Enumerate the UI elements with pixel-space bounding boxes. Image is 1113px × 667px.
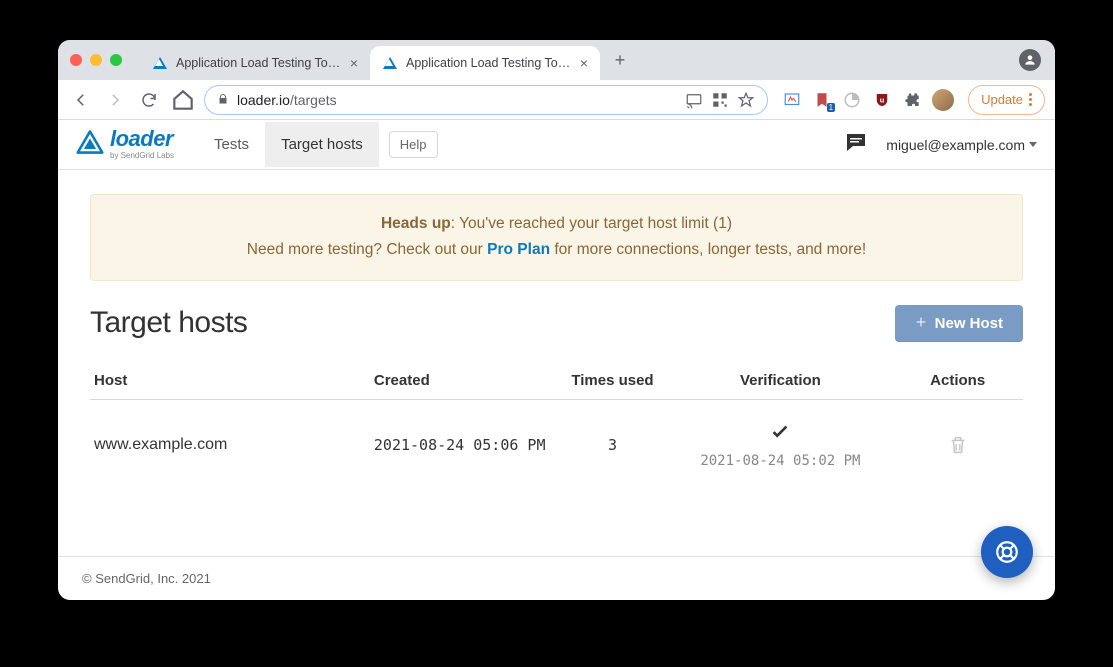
alert-line2-pre: Need more testing? Check out our	[247, 241, 487, 258]
caret-down-icon	[1029, 142, 1037, 147]
browser-tab[interactable]: Application Load Testing Tools ×	[140, 46, 370, 80]
qr-icon[interactable]	[711, 91, 729, 109]
brand-byline: by SendGrid Labs	[110, 152, 174, 160]
extensions-puzzle-icon[interactable]	[902, 90, 922, 110]
extension-icon[interactable]	[782, 90, 802, 110]
url-text: loader.io/targets	[237, 92, 337, 108]
window-controls[interactable]	[70, 54, 140, 66]
th-verification: Verification	[668, 362, 892, 400]
lock-icon	[217, 92, 229, 108]
brand-name: loader	[110, 128, 174, 150]
pro-plan-link[interactable]: Pro Plan	[487, 241, 550, 258]
loader-mark-icon	[76, 128, 104, 161]
help-button[interactable]: Help	[389, 131, 438, 158]
cell-created: 2021-08-24 05:06 PM	[370, 399, 557, 491]
loader-favicon	[152, 55, 168, 71]
table-row: www.example.com 2021-08-24 05:06 PM 3 20…	[90, 399, 1023, 491]
update-button[interactable]: Update	[968, 85, 1045, 115]
new-host-label: New Host	[935, 315, 1003, 332]
alert-line2-post: for more connections, longer tests, and …	[550, 241, 866, 258]
alert-heads-up: Heads up	[381, 215, 451, 232]
address-bar[interactable]: loader.io/targets	[204, 85, 768, 115]
more-dots-icon	[1029, 93, 1032, 106]
tab-title: Application Load Testing Tools	[176, 56, 342, 70]
alert-line1: : You've reached your target host limit …	[451, 215, 732, 232]
chat-icon[interactable]	[844, 130, 868, 159]
lifebuoy-icon	[994, 539, 1020, 565]
plus-icon	[915, 315, 927, 332]
profile-avatar-icon[interactable]	[1019, 49, 1041, 71]
delete-host-button[interactable]	[896, 433, 1019, 457]
update-label: Update	[981, 92, 1023, 107]
bookmark-star-icon[interactable]	[737, 91, 755, 109]
maximize-window[interactable]	[110, 54, 122, 66]
nav-tests[interactable]: Tests	[198, 122, 265, 167]
loader-favicon	[382, 55, 398, 71]
cell-times: 3	[556, 399, 668, 491]
back-button[interactable]	[68, 87, 94, 113]
support-fab[interactable]	[981, 526, 1033, 578]
th-times: Times used	[556, 362, 668, 400]
new-host-button[interactable]: New Host	[895, 305, 1023, 342]
check-icon	[769, 422, 791, 449]
th-actions: Actions	[892, 362, 1023, 400]
th-created: Created	[370, 362, 557, 400]
footer-copyright: © SendGrid, Inc. 2021	[58, 556, 1055, 600]
minimize-window[interactable]	[90, 54, 102, 66]
forward-button	[102, 87, 128, 113]
ublock-icon[interactable]: u	[872, 90, 892, 110]
close-tab-icon[interactable]: ×	[580, 55, 588, 71]
svg-text:u: u	[880, 95, 885, 104]
extension-icon[interactable]: 1	[812, 90, 832, 110]
user-menu[interactable]: miguel@example.com	[886, 137, 1037, 153]
th-host: Host	[90, 362, 370, 400]
tab-title: Application Load Testing Tools	[406, 56, 572, 70]
close-window[interactable]	[70, 54, 82, 66]
browser-tab-active[interactable]: Application Load Testing Tools ×	[370, 46, 600, 80]
cell-verified-at: 2021-08-24 05:02 PM	[700, 453, 860, 469]
reload-button[interactable]	[136, 87, 162, 113]
hosts-table: Host Created Times used Verification Act…	[90, 362, 1023, 491]
page-title: Target hosts	[90, 306, 247, 340]
close-tab-icon[interactable]: ×	[350, 55, 358, 71]
nav-target-hosts[interactable]: Target hosts	[265, 122, 379, 167]
cast-icon[interactable]	[685, 91, 703, 109]
profile-photo[interactable]	[932, 89, 954, 111]
new-tab-button[interactable]: +	[606, 50, 634, 71]
extension-icon[interactable]	[842, 90, 862, 110]
limit-alert: Heads up: You've reached your target hos…	[90, 194, 1023, 281]
loader-logo[interactable]: loader by SendGrid Labs	[76, 128, 174, 161]
home-button[interactable]	[170, 87, 196, 113]
user-email: miguel@example.com	[886, 137, 1025, 153]
cell-host[interactable]: www.example.com	[90, 399, 370, 491]
